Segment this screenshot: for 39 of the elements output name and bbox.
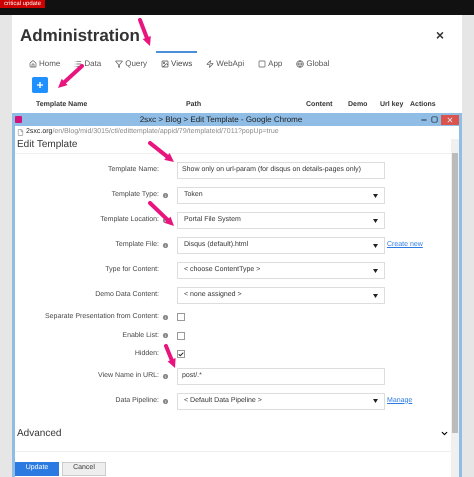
window-title: 2sxc > Blog > Edit Template - Google Chrome xyxy=(140,114,302,126)
checkbox[interactable] xyxy=(177,313,185,322)
dropdown-caret-icon xyxy=(373,244,378,248)
close-button[interactable]: × xyxy=(436,25,454,46)
nav-tab[interactable]: WebApi xyxy=(201,50,250,72)
tab-icon xyxy=(258,60,266,68)
annotation-arrow xyxy=(58,64,84,88)
close-icon xyxy=(446,116,454,124)
app-icon xyxy=(15,116,22,123)
tab-icon xyxy=(161,60,170,68)
maximize-icon[interactable] xyxy=(430,116,438,123)
checkbox[interactable] xyxy=(177,350,185,358)
checkbox[interactable] xyxy=(177,332,185,340)
section-heading: Edit Template xyxy=(16,139,78,151)
nav-tab[interactable]: Home xyxy=(24,50,66,72)
annotation-arrow xyxy=(164,344,176,368)
dropdown-caret-icon xyxy=(373,218,378,222)
dropdown-caret-icon xyxy=(373,399,378,403)
tab-icon xyxy=(29,60,37,68)
dropdown-caret-icon xyxy=(373,268,378,272)
dropdown-caret-icon xyxy=(373,294,378,298)
annotation-arrow xyxy=(138,18,151,46)
nav-tab[interactable]: Data xyxy=(69,50,106,72)
nav-tab[interactable]: Global xyxy=(291,50,334,72)
annotation-arrow xyxy=(148,141,174,162)
tab-icon xyxy=(115,60,124,68)
dialog-title: Administration xyxy=(20,25,140,47)
scrollbar[interactable] xyxy=(451,139,459,477)
page-icon xyxy=(17,129,24,136)
nav-tab[interactable]: App xyxy=(253,50,288,72)
dropdown-caret-icon xyxy=(373,194,378,198)
tab-icon xyxy=(74,60,82,68)
tab-icon xyxy=(206,60,214,68)
nav-tab[interactable]: Query xyxy=(110,50,152,72)
nav-tab[interactable]: Views xyxy=(156,50,198,72)
check-icon xyxy=(178,350,184,358)
tab-icon xyxy=(296,60,304,68)
advanced-section[interactable]: Advanced xyxy=(15,426,451,452)
close-button[interactable] xyxy=(440,114,459,124)
